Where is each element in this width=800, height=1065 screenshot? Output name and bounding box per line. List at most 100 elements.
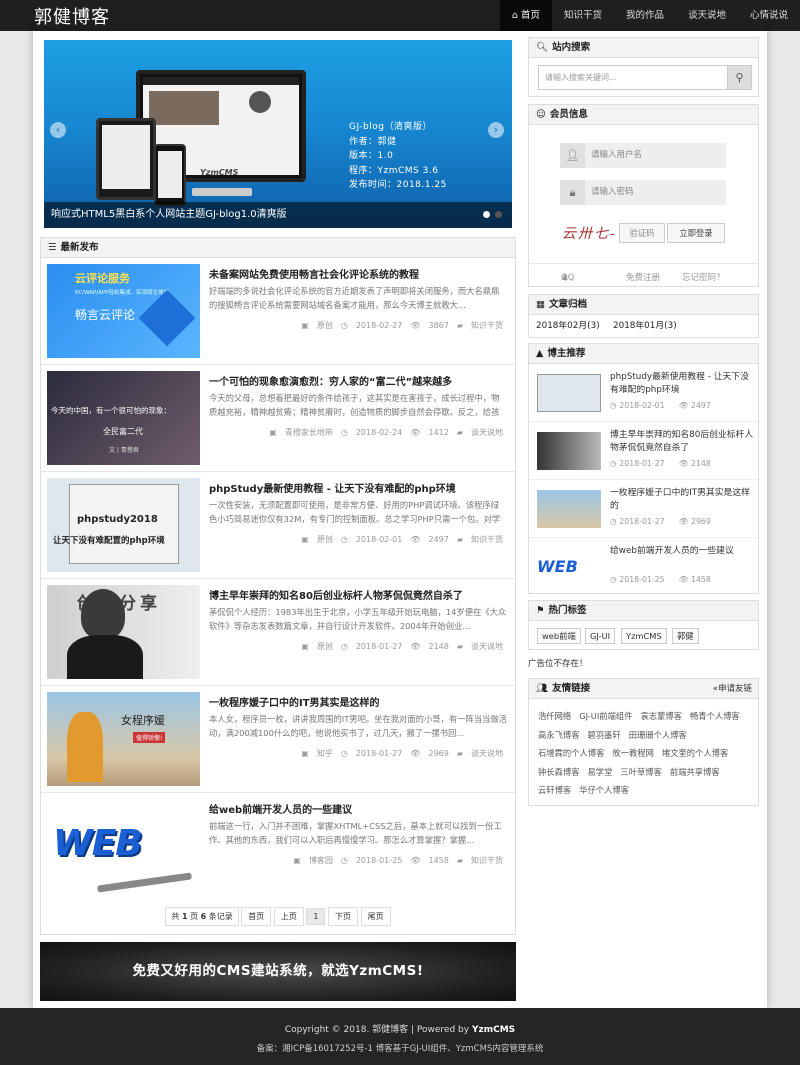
friend-link[interactable]: 易学堂 [588, 763, 613, 782]
friend-link[interactable]: 堵文奎的个人博客 [662, 744, 728, 763]
captcha-input[interactable]: 验证码 [619, 223, 665, 243]
page-prev[interactable]: 上页 [273, 907, 304, 926]
source-icon: ▣ 青橙家长地带 [269, 428, 333, 437]
friend-link[interactable]: 浩仟网络 [538, 707, 571, 726]
top-bar: 郭健博客 ⌂ 首页 知识干货 我的作品 谈天说地 心情说说 [0, 0, 800, 31]
friend-link[interactable]: 石增霖的个人博客 [538, 744, 604, 763]
page-current[interactable]: 1 [306, 908, 326, 925]
recommend-item: 一枚程序媛子口中的IT男其实是这样的 ◷ 2018-01-27 👁 2969 [529, 480, 758, 538]
page-first[interactable]: 首页 [241, 907, 272, 926]
home-icon: ⌂ [511, 10, 518, 21]
recommend-title[interactable]: 一枚程序媛子口中的IT男其实是这样的 [610, 487, 755, 513]
article-title[interactable]: 未备案网站免费使用畅言社会化评论系统的教程 [209, 266, 509, 281]
nav-home[interactable]: ⌂ 首页 [499, 0, 552, 31]
article-thumbnail[interactable]: 今天的中国，有一个很可怕的现象： 全民富二代 文 | 青橙君 [47, 371, 200, 465]
tag-link[interactable]: GJ-UI [585, 628, 616, 644]
recommend-meta: ◷ 2018-01-25 👁 1458 [610, 575, 711, 584]
recommend-thumbnail[interactable] [537, 490, 601, 528]
article-title[interactable]: 博主早年崇拜的知名80后创业标杆人物茅侃侃竟然自杀了 [209, 587, 509, 602]
slider-caption[interactable]: 响应式HTML5黑白系个人网站主题GJ-blog1.0清爽版 [44, 202, 512, 228]
folder-icon: ▰ 谈天说地 [456, 749, 503, 758]
footer-icp[interactable]: 备案：湘ICP备16017252号-1 博客基于GJ-UI组件、YzmCMS内容… [0, 1042, 800, 1054]
slider-next-arrow[interactable]: › [488, 122, 504, 138]
search-header: 🔍︎ 站内搜索 [529, 38, 758, 58]
password-field[interactable]: 🔒︎ 请输入密码 [560, 180, 726, 205]
friend-link[interactable]: 畅青个人博客 [690, 707, 740, 726]
article-desc: 茅侃侃个人经历：1983年出生于北京，小学五年级开始玩电脑，14岁便在《大众软件… [209, 607, 507, 631]
nav-mood[interactable]: 心情说说 [738, 0, 800, 31]
friend-link[interactable]: 高永飞博客 [538, 726, 580, 745]
friend-link[interactable]: 钟长森博客 [538, 763, 580, 782]
promo-banner[interactable]: 免费又好用的CMS建站系统，就选YzmCMS! [40, 942, 516, 1001]
slider-dot-active[interactable] [483, 211, 490, 218]
tag-link[interactable]: YzmCMS [621, 628, 667, 644]
folder-icon: ▰ 知识干货 [456, 535, 503, 544]
friend-link[interactable]: 前端共享博客 [670, 763, 720, 782]
clock-icon: ◷ 2018-01-25 [340, 856, 403, 865]
eye-icon: 👁 2969 [410, 749, 449, 758]
recommend-meta: ◷ 2018-02-01 👁 2497 [610, 401, 711, 410]
member-header: ☺ 会员信息 [529, 105, 758, 125]
archive-link[interactable]: 2018年02月(3) [536, 315, 600, 337]
recommend-title[interactable]: 博主早年崇拜的知名80后创业标杆人物茅侃侃竟然自杀了 [610, 429, 755, 455]
slider-prev-arrow[interactable]: ‹ [50, 122, 66, 138]
eye-icon: 👁 3867 [410, 321, 449, 330]
user-plus-icon: 👥︎ [536, 683, 549, 694]
article-thumbnail[interactable]: 云评论服务 PC/WAP/APP轻松集成、实现原生体验 畅言云评论 [47, 264, 200, 358]
friend-link[interactable]: 云轩博客 [538, 781, 571, 800]
article-title[interactable]: 一枚程序媛子口中的IT男其实是这样的 [209, 694, 509, 709]
friend-link[interactable]: 华仔个人博客 [579, 781, 629, 800]
site-logo[interactable]: 郭健博客 [34, 3, 110, 29]
article-thumbnail[interactable]: 女程序媛 值得骄傲! [47, 692, 200, 786]
apply-link[interactable]: «申请友链 [713, 679, 752, 699]
tablet-graphic [96, 118, 156, 200]
recommend-panel: ▲ 博主推荐 phpStudy最新使用教程 - 让天下没有难配的php环境 ◷ 2… [528, 343, 759, 594]
slider-dot[interactable] [495, 211, 502, 218]
captcha-image[interactable]: 云卅七- [562, 223, 619, 245]
page-last[interactable]: 尾页 [360, 907, 391, 926]
friend-link[interactable]: 袁志蒙博客 [641, 707, 683, 726]
archive-link[interactable]: 2018年01月(3) [613, 315, 677, 337]
friend-link[interactable]: 攸一教程网 [612, 744, 654, 763]
recommend-title[interactable]: 给web前端开发人员的一些建议 [610, 545, 755, 558]
article-meta: ▣ 原创 ◷ 2018-02-01 👁 2497 ▰ 知识干货 [293, 534, 503, 545]
nav-chat[interactable]: 谈天说地 [676, 0, 738, 31]
recommend-thumbnail[interactable] [537, 432, 601, 470]
recommend-thumbnail[interactable] [537, 374, 601, 412]
friend-link[interactable]: 碧羽墨轩 [588, 726, 621, 745]
recommend-title[interactable]: phpStudy最新使用教程 - 让天下没有难配的php环境 [610, 371, 755, 397]
footer-powered-link[interactable]: YzmCMS [472, 1025, 515, 1035]
recommend-thumbnail[interactable]: WEB [537, 548, 601, 586]
article-desc: 本人女，程序员一枚，讲讲我周围的IT男吧。坐在我对面的小哥，有一阵当当做活动，满… [209, 714, 507, 738]
search-input[interactable]: 请输入搜索关键词... [538, 65, 734, 90]
article-title[interactable]: 给web前端开发人员的一些建议 [209, 801, 509, 816]
search-button[interactable]: ⚲ [727, 65, 752, 90]
tag-link[interactable]: 郭健 [672, 628, 699, 644]
article-thumbnail[interactable]: phpstudy2018 让天下没有难配置的php环境 [47, 478, 200, 572]
footer: Copyright © 2018. 郭健博客 | Powered by YzmC… [0, 1008, 800, 1065]
register-link[interactable]: 免费注册 [626, 264, 660, 292]
friend-link[interactable]: GJ-UI前端组件 [579, 707, 632, 726]
recommend-item: WEB 给web前端开发人员的一些建议 ◷ 2018-01-25 👁 1458 [529, 538, 758, 596]
friend-link[interactable]: 三叶草博客 [620, 763, 662, 782]
hero-slider[interactable]: YzmCMS GJ-blog（清爽版） 作者：郭健 版本：1.0 程序：YzmC… [44, 40, 512, 228]
username-field[interactable]: 👤︎ 请输入用户名 [560, 143, 726, 168]
article-thumbnail[interactable]: 创业分享 [47, 585, 200, 679]
main-nav: ⌂ 首页 知识干货 我的作品 谈天说地 心情说说 [499, 0, 800, 31]
tag-link[interactable]: web前端 [537, 628, 581, 644]
article-item: 云评论服务 PC/WAP/APP轻松集成、实现原生体验 畅言云评论 未备案网站免… [41, 258, 515, 365]
forgot-password-link[interactable]: 忘记密码？ [682, 264, 725, 292]
tags-panel: ⚑ 热门标签 web前端 GJ-UI YzmCMS 郭健 [528, 600, 759, 650]
ad-placeholder: 广告位不存在！ [528, 659, 588, 669]
nav-works[interactable]: 我的作品 [614, 0, 676, 31]
nav-knowledge[interactable]: 知识干货 [552, 0, 614, 31]
thumbs-up-icon: ▲ [536, 348, 544, 359]
article-title[interactable]: phpStudy最新使用教程 - 让天下没有难配的php环境 [209, 480, 509, 495]
article-title[interactable]: 一个可怕的现象愈演愈烈：穷人家的“富二代”越来越多 [209, 373, 509, 388]
login-button[interactable]: 立即登录 [667, 223, 725, 243]
article-thumbnail[interactable]: WEB [47, 799, 200, 893]
friend-link[interactable]: 田珊珊个人博客 [629, 726, 687, 745]
page-next[interactable]: 下页 [328, 907, 359, 926]
folder-icon: ▰ 知识干货 [456, 856, 503, 865]
phone-graphic [154, 144, 186, 206]
